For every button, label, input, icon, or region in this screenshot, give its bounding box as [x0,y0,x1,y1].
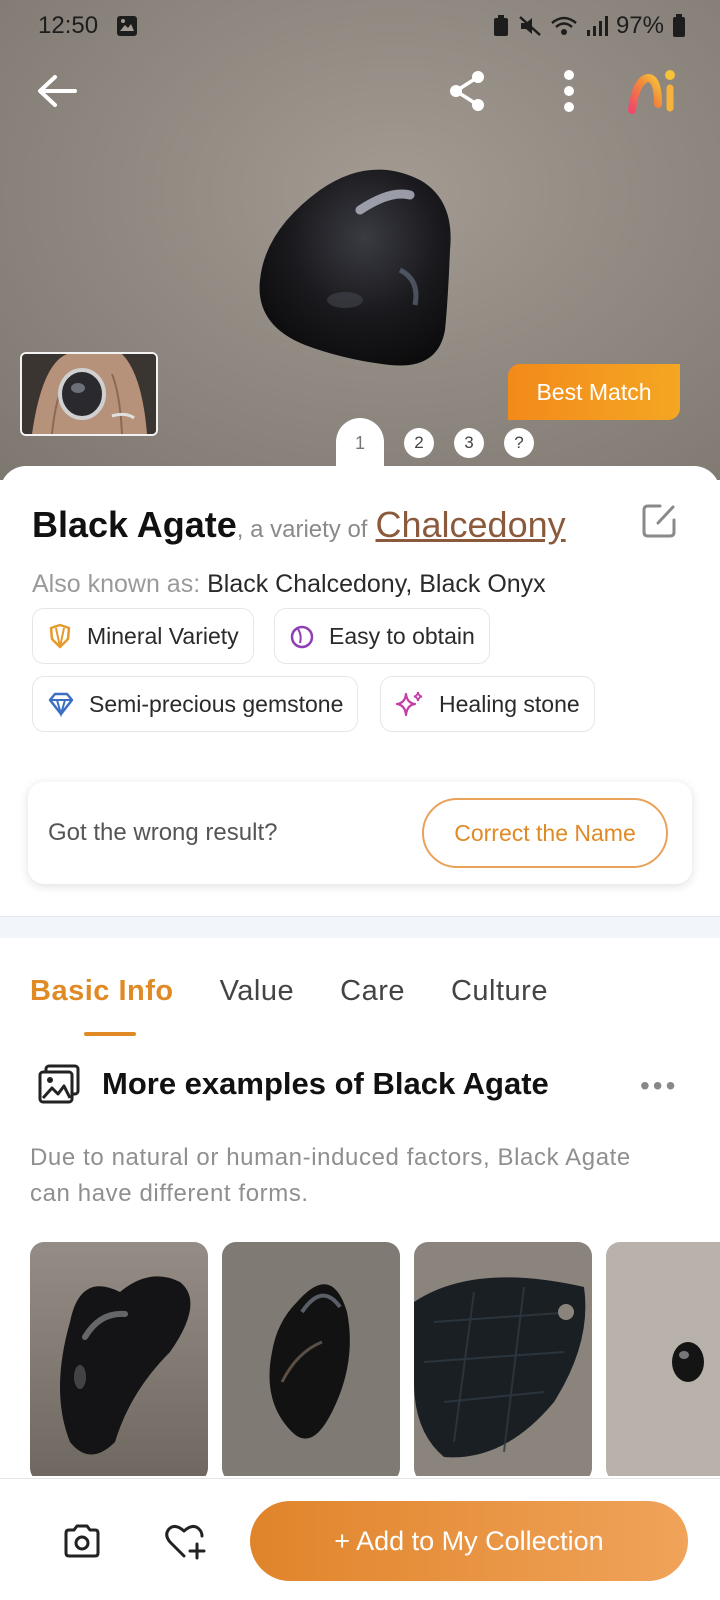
heart-add-icon [165,1524,206,1560]
battery-percent: 97% [615,12,664,39]
gem-shield-icon [49,623,71,649]
aka-label: Also known as: [32,570,201,598]
wifi-icon [551,16,577,35]
tag-label: Easy to obtain [329,622,475,649]
vertical-dots-icon [564,70,574,112]
battery-icon [673,14,685,37]
aka-value: Black Chalcedony, Black Onyx [207,570,546,598]
identification-card: Black Agate , a variety of Chalcedony Al… [0,466,720,916]
tag-easy-to-obtain[interactable]: Easy to obtain [274,608,490,664]
mute-icon [519,16,541,36]
sparkle-icon [395,691,423,717]
back-button[interactable] [32,66,82,116]
ai-logo-icon [628,70,675,114]
add-to-collection-button[interactable]: + Add to My Collection [250,1501,688,1581]
camera-button[interactable] [56,1515,108,1567]
diamond-icon [48,692,74,717]
ring-icon [290,625,314,649]
edit-button[interactable] [640,502,678,545]
examples-section-header: More examples of Black Agate [38,1064,549,1104]
variety-text: , a variety of [236,516,368,543]
gallery-notification-icon [117,16,137,36]
example-stone-image [30,1242,208,1476]
image-pager: 1 2 3 ? [336,418,534,468]
favorite-button[interactable] [160,1515,212,1567]
species-title: Black Agate , a variety of Chalcedony [32,504,566,546]
tab-culture[interactable]: Culture [451,975,548,1008]
more-button[interactable]: ••• [640,1070,678,1102]
tag-label: Semi-precious gemstone [89,690,344,717]
more-options-button[interactable] [544,66,594,116]
example-image-4[interactable] [606,1242,720,1476]
examples-title: More examples of Black Agate [102,1066,549,1101]
battery-saver-icon [493,15,508,36]
bottom-action-bar: + Add to My Collection [0,1478,720,1600]
photo-thumbnail[interactable] [20,352,158,436]
correct-name-button[interactable]: Correct the Name [422,798,668,868]
example-image-3[interactable] [414,1242,592,1476]
parent-species-link[interactable]: Chalcedony [375,504,565,546]
share-button[interactable] [442,66,492,116]
camera-icon [64,1524,100,1558]
pager-item-3[interactable]: 3 [454,428,484,458]
example-image-2[interactable] [222,1242,400,1476]
tab-basic-info[interactable]: Basic Info [30,975,174,1008]
examples-description: Due to natural or human-induced factors,… [30,1144,631,1207]
ai-assistant-button[interactable] [628,66,678,116]
active-tab-indicator [84,1032,136,1036]
tab-value[interactable]: Value [220,975,295,1008]
examples-carousel[interactable] [30,1242,720,1476]
tag-label: Mineral Variety [87,622,239,649]
also-known-as: Also known as: Black Chalcedony, Black O… [32,570,546,599]
pager-item-2[interactable]: 2 [404,428,434,458]
signal-icon [586,16,608,36]
pager-item-help[interactable]: ? [504,428,534,458]
best-match-badge: Best Match [508,364,680,420]
status-time: 12:50 [38,12,99,39]
hero-image: 12:50 97% Best Match 1 2 3 ? [0,0,720,480]
example-stone-image [606,1242,720,1476]
black-agate-stone-image [259,169,451,366]
edit-icon [642,504,676,538]
section-divider [0,916,720,938]
tag-mineral-variety[interactable]: Mineral Variety [32,608,254,664]
wrong-result-panel: Got the wrong result? Correct the Name [28,782,692,884]
gallery-icon [38,1064,80,1104]
status-bar: 12:50 97% [0,10,720,42]
tag-label: Healing stone [439,690,580,717]
tag-healing-stone[interactable]: Healing stone [380,676,595,732]
example-stone-image [222,1242,400,1476]
example-image-1[interactable] [30,1242,208,1476]
ring-photo-image [22,354,156,434]
wrong-result-question: Got the wrong result? [48,819,278,846]
share-icon [450,71,484,111]
example-stone-image [414,1242,592,1476]
species-name: Black Agate [32,504,237,545]
tag-semi-precious-gemstone[interactable]: Semi-precious gemstone [32,676,359,732]
pager-item-1[interactable]: 1 [336,418,384,468]
tab-care[interactable]: Care [340,975,405,1008]
back-arrow-icon [38,75,77,107]
info-tabs: Basic Info Value Care Culture [30,975,548,1008]
